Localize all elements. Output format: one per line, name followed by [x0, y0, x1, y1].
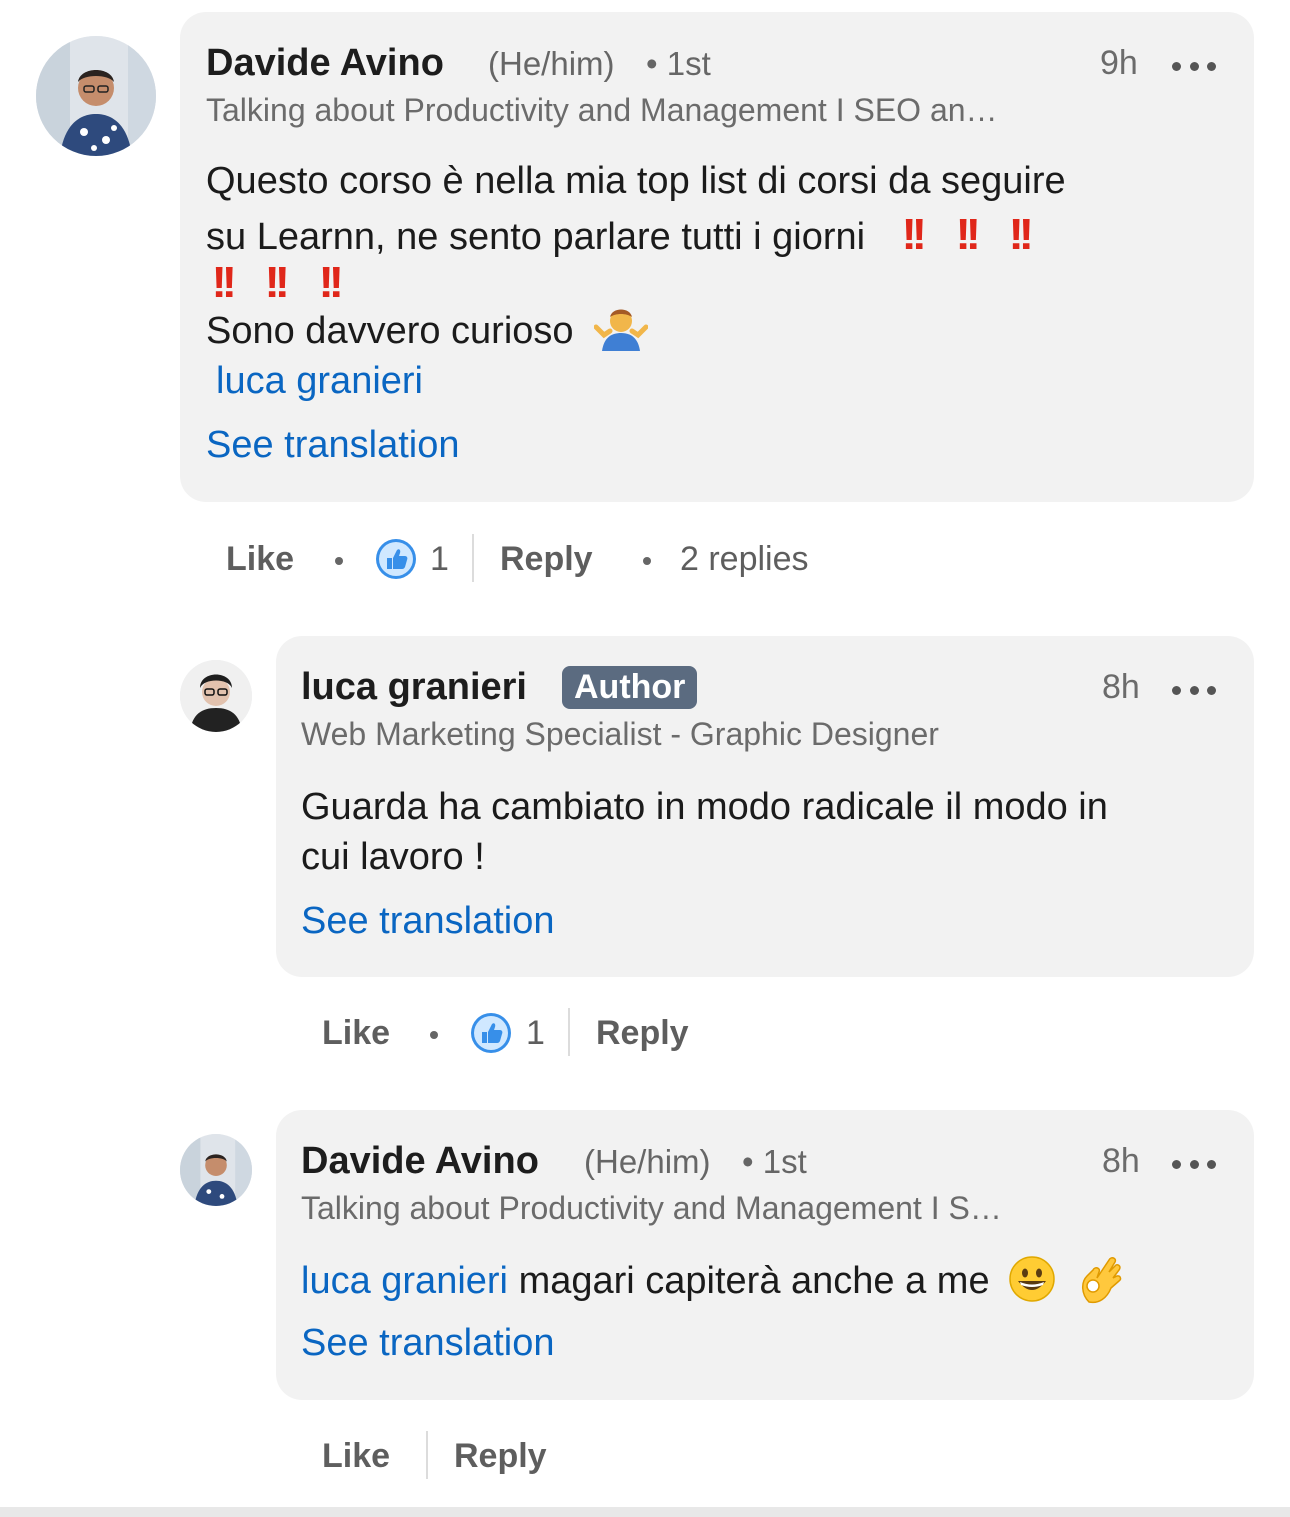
mention-link[interactable]: luca granieri [301, 1260, 508, 1302]
author-badge: Author [562, 666, 698, 709]
reply-text: luca granieri magari capiterà anche a me [301, 1256, 1123, 1304]
double-exclamation-emoji: !! [901, 210, 928, 259]
separator-dot [643, 557, 651, 565]
section-divider [0, 1507, 1290, 1517]
action-divider [472, 534, 474, 582]
commenter-avatar[interactable] [36, 36, 156, 156]
see-translation-link[interactable]: See translation [301, 900, 555, 943]
reply-button[interactable]: Reply [454, 1437, 547, 1476]
comment-author-headline: Talking about Productivity and Managemen… [206, 92, 998, 128]
profile-photo-icon [36, 36, 156, 156]
reply-text-line-1: Guarda ha cambiato in modo radicale il m… [301, 786, 1108, 828]
double-exclamation-emoji: !! [211, 258, 238, 307]
reply-bubble: luca granieri Author 8h Web Marketing Sp… [276, 636, 1254, 977]
comment-text-line-2: su Learnn, ne sento parlare tutti i gior… [206, 210, 1062, 260]
more-horizontal-icon[interactable] [1172, 59, 1216, 73]
double-exclamation-emoji: !! [318, 258, 344, 307]
comment-author-pronouns: (He/him) [488, 45, 615, 82]
like-button[interactable]: Like [226, 540, 294, 579]
profile-photo-icon [180, 660, 252, 732]
comment-text-line-1: Questo corso è nella mia top list di cor… [206, 160, 1066, 202]
reply-bubble: Davide Avino (He/him) • 1st 8h Talking a… [276, 1110, 1254, 1400]
reply-text-line-2: cui lavoro ! [301, 836, 485, 878]
reply-author-headline: Talking about Productivity and Managemen… [301, 1190, 1002, 1226]
connection-degree: • 1st [646, 45, 711, 82]
reply-time: 8h [1102, 668, 1140, 706]
like-button[interactable]: Like [322, 1014, 390, 1053]
ok-hand-emoji [1081, 1257, 1121, 1304]
reply-author-pronouns: (He/him) [584, 1143, 711, 1180]
comment-time: 9h [1100, 44, 1138, 82]
action-divider [568, 1008, 570, 1056]
grinning-face-emoji [1009, 1256, 1055, 1302]
like-count[interactable]: 1 [430, 540, 449, 579]
comment-text-line-3: !!!!!! [212, 258, 372, 308]
thumbs-up-reaction-icon[interactable] [375, 538, 417, 580]
reply-author-headline: Web Marketing Specialist - Graphic Desig… [301, 716, 939, 752]
reply-author-name[interactable]: luca granieri [301, 666, 527, 709]
see-translation-link[interactable]: See translation [301, 1322, 555, 1365]
reply-button[interactable]: Reply [596, 1014, 689, 1053]
double-exclamation-emoji: !! [1008, 210, 1034, 259]
connection-degree: • 1st [742, 1143, 807, 1180]
profile-photo-icon [180, 1134, 252, 1206]
action-divider [426, 1431, 428, 1479]
replies-count-link[interactable]: 2 replies [680, 540, 809, 579]
separator-dot [430, 1031, 438, 1039]
person-shrugging-emoji [594, 309, 649, 351]
double-exclamation-emoji: !! [264, 258, 291, 307]
reply-author-name[interactable]: Davide Avino [301, 1140, 539, 1183]
reply-author-avatar[interactable] [180, 660, 252, 732]
comment-text-line-2-text: su Learnn, ne sento parlare tutti i gior… [206, 216, 866, 258]
reply-button[interactable]: Reply [500, 540, 593, 579]
comments-thread: Davide Avino (He/him) • 1st 9h Talking a… [0, 0, 1290, 1517]
see-translation-link[interactable]: See translation [206, 424, 460, 467]
mention-link[interactable]: luca granieri [216, 360, 423, 403]
like-button[interactable]: Like [322, 1437, 390, 1476]
double-exclamation-emoji: !! [955, 210, 981, 259]
comment-text-line-4-text: Sono davvero curioso [206, 310, 574, 352]
reply-author-avatar[interactable] [180, 1134, 252, 1206]
reply-time: 8h [1102, 1142, 1140, 1180]
comment-author-name[interactable]: Davide Avino [206, 42, 444, 85]
separator-dot [335, 557, 343, 565]
more-horizontal-icon[interactable] [1172, 683, 1216, 697]
like-count[interactable]: 1 [526, 1014, 545, 1053]
thumbs-up-reaction-icon[interactable] [470, 1012, 512, 1054]
reply-text-body: magari capiterà anche a me [518, 1260, 990, 1302]
comment-bubble: Davide Avino (He/him) • 1st 9h Talking a… [180, 12, 1254, 502]
more-horizontal-icon[interactable] [1172, 1157, 1216, 1171]
comment-text-line-4: Sono davvero curioso [206, 309, 649, 353]
